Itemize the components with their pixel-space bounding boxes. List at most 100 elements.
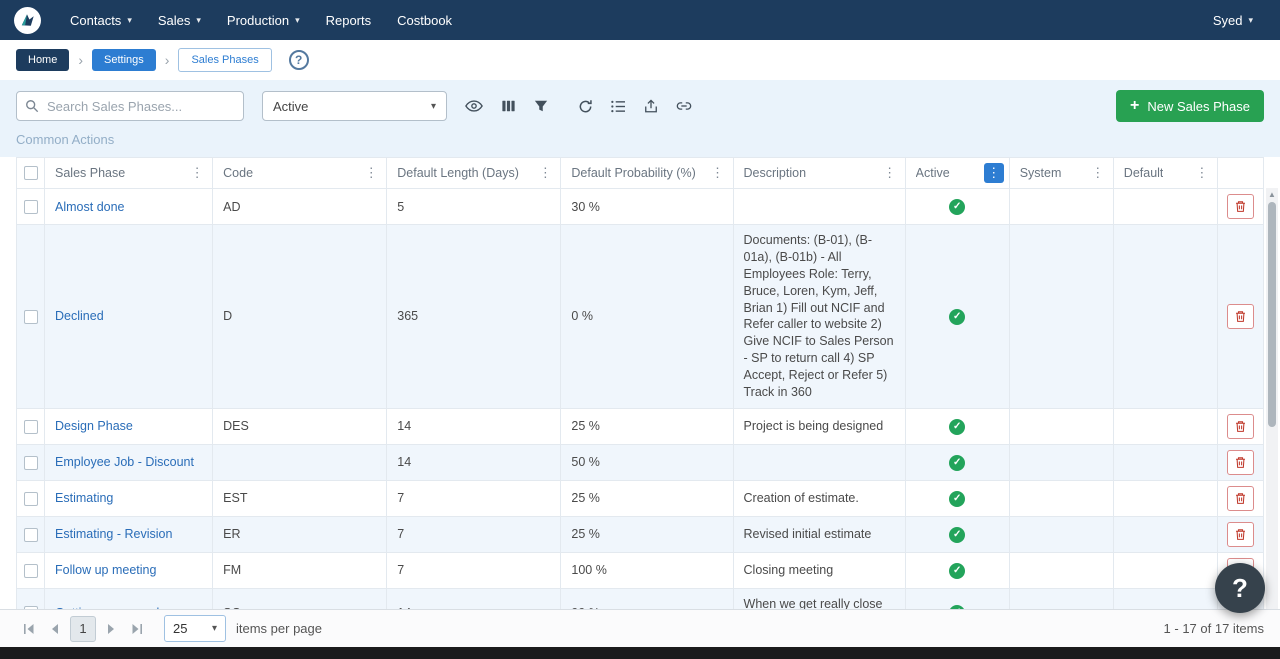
breadcrumb-sales-phases[interactable]: Sales Phases [178,48,271,72]
delete-row-button[interactable] [1227,304,1254,329]
row-checkbox[interactable] [24,310,38,324]
sales-phase-link[interactable]: Estimating - Revision [55,527,172,541]
column-header-default-probability[interactable]: Default Probability (%)⋮ [561,158,733,189]
default-length-cell: 14 [387,408,561,444]
floating-help-button[interactable]: ? [1215,563,1265,613]
row-select-cell [17,516,45,552]
table-row: Almost doneAD530 %✓ [17,189,1264,225]
vertical-scrollbar[interactable]: ▲ [1266,188,1278,609]
column-header-default[interactable]: Default⋮ [1113,158,1217,189]
nav-item-costbook[interactable]: Costbook [384,0,465,40]
column-menu-icon[interactable]: ⋮ [984,163,1004,183]
description-cell: Documents: (B-01), (B-01a), (B-01b) - Al… [733,225,905,409]
sales-phase-link[interactable]: Getting soooooo close [55,606,179,609]
last-page-button[interactable] [124,616,150,642]
pager: 1 25 ▾ items per page 1 - 17 of 17 items [0,609,1280,647]
row-checkbox[interactable] [24,456,38,470]
default-length-cell: 5 [387,189,561,225]
default-length-cell: 7 [387,552,561,588]
list-view-icon[interactable] [611,100,626,113]
default-probability-cell: 50 % [561,444,733,480]
sales-phases-table: Sales Phase⋮Code⋮Default Length (Days)⋮D… [16,157,1264,609]
status-filter-value: Active [273,99,308,114]
row-actions-cell [1217,408,1263,444]
nav-item-contacts[interactable]: Contacts ▾ [57,0,145,40]
sales-phase-link[interactable]: Employee Job - Discount [55,455,194,469]
nav-item-label: Contacts [70,13,121,28]
next-page-button[interactable] [98,616,124,642]
sales-phase-cell: Follow up meeting [45,552,213,588]
row-select-cell [17,480,45,516]
nav-item-production[interactable]: Production ▾ [214,0,313,40]
visibility-icon[interactable] [465,99,483,113]
first-page-button[interactable] [16,616,42,642]
row-checkbox[interactable] [24,528,38,542]
user-menu[interactable]: Syed ▾ [1200,0,1266,40]
column-header-system[interactable]: System⋮ [1009,158,1113,189]
link-icon[interactable] [676,99,692,113]
sales-phases-grid: Sales Phase⋮Code⋮Default Length (Days)⋮D… [0,157,1280,609]
refresh-icon[interactable] [578,99,593,114]
common-actions-link[interactable]: Common Actions [16,132,1264,153]
column-menu-icon[interactable]: ⋮ [361,163,381,183]
scrollbar-up-icon[interactable]: ▲ [1266,188,1278,199]
column-menu-icon[interactable]: ⋮ [880,163,900,183]
row-checkbox[interactable] [24,420,38,434]
page-size-select[interactable]: 25 ▾ [164,615,226,642]
delete-row-button[interactable] [1227,414,1254,439]
default-probability-cell: 25 % [561,480,733,516]
delete-row-button[interactable] [1227,194,1254,219]
active-cell: ✓ [905,408,1009,444]
select-all-checkbox[interactable] [24,166,38,180]
breadcrumb-settings[interactable]: Settings [92,49,156,71]
column-header-active[interactable]: Active ⋮ [905,158,1009,189]
column-header-default-length[interactable]: Default Length (Days)⋮ [387,158,561,189]
column-menu-icon[interactable]: ⋮ [708,163,728,183]
sales-phase-link[interactable]: Declined [55,309,104,323]
row-checkbox[interactable] [24,606,38,609]
delete-row-button[interactable] [1227,522,1254,547]
sales-phase-link[interactable]: Estimating [55,491,113,505]
search-input[interactable] [16,91,244,121]
previous-page-button[interactable] [42,616,68,642]
description-cell: Closing meeting [733,552,905,588]
row-checkbox[interactable] [24,492,38,506]
page-number-current[interactable]: 1 [70,616,96,642]
status-filter-select[interactable]: Active ▾ [262,91,447,121]
column-menu-icon[interactable]: ⋮ [535,163,555,183]
column-header-sales-phase[interactable]: Sales Phase ⋮ [45,158,213,189]
column-header-label: Active [916,166,950,180]
system-cell [1009,516,1113,552]
sales-phase-link[interactable]: Design Phase [55,419,133,433]
nav-item-label: Production [227,13,289,28]
column-header-code[interactable]: Code⋮ [213,158,387,189]
filter-icon[interactable] [534,99,548,113]
export-icon[interactable] [644,99,658,114]
window-edge [0,647,1280,659]
nav-item-reports[interactable]: Reports [313,0,385,40]
row-checkbox[interactable] [24,200,38,214]
column-menu-icon[interactable]: ⋮ [187,163,207,183]
delete-row-button[interactable] [1227,486,1254,511]
columns-icon[interactable] [501,99,516,113]
page-help-icon[interactable]: ? [289,50,309,70]
app-logo[interactable] [14,7,41,34]
code-cell: D [213,225,387,409]
column-menu-icon[interactable]: ⋮ [1192,163,1212,183]
new-sales-phase-button[interactable]: + New Sales Phase [1116,90,1264,122]
table-row: EstimatingEST725 %Creation of estimate.✓ [17,480,1264,516]
nav-item-sales[interactable]: Sales ▾ [145,0,214,40]
row-checkbox[interactable] [24,564,38,578]
default-cell [1113,480,1217,516]
column-menu-icon[interactable]: ⋮ [1088,163,1108,183]
sales-phase-link[interactable]: Almost done [55,200,124,214]
default-cell [1113,516,1217,552]
column-header-label: Sales Phase [55,166,125,180]
default-probability-cell: 100 % [561,552,733,588]
scrollbar-thumb[interactable] [1268,202,1276,427]
breadcrumb: Home › Settings › Sales Phases ? [0,40,1280,80]
delete-row-button[interactable] [1227,450,1254,475]
breadcrumb-home[interactable]: Home [16,49,69,71]
sales-phase-link[interactable]: Follow up meeting [55,563,156,577]
column-header-description[interactable]: Description⋮ [733,158,905,189]
